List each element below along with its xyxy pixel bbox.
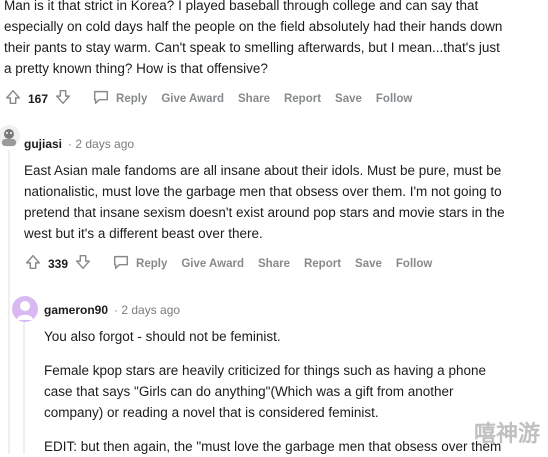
reply-label: Reply — [116, 92, 148, 105]
comment-bubble-icon — [112, 253, 130, 274]
comment-line: East Asian male fandoms are all insane a… — [24, 163, 502, 178]
username[interactable]: gameron90 — [44, 303, 108, 317]
watermark: 嘻神游 — [473, 422, 540, 447]
comment-line: their pants to stay warm. Can't speak to… — [4, 40, 500, 55]
timestamp[interactable]: · 2 days ago — [114, 303, 180, 317]
save-button[interactable]: Save — [335, 93, 362, 105]
give-award-button[interactable]: Give Award — [161, 93, 224, 105]
comment-bubble-icon — [92, 88, 110, 109]
downvote-icon[interactable] — [74, 253, 92, 274]
give-award-button[interactable]: Give Award — [181, 258, 244, 270]
user-avatar-icon — [2, 129, 16, 146]
avatar[interactable] — [12, 296, 38, 322]
comment-meta: gujiasi · 2 days ago — [24, 137, 134, 151]
comment-line: company) or reading a novel that is cons… — [44, 405, 379, 420]
comment-actions: 339 Reply Give Award Share Report Save F… — [24, 253, 432, 274]
comment-meta: gameron90 · 2 days ago — [44, 303, 180, 317]
thread-line-outer[interactable] — [8, 150, 10, 454]
reply-button[interactable]: Reply — [92, 88, 147, 109]
user-avatar-icon — [17, 301, 33, 320]
follow-button[interactable]: Follow — [396, 258, 432, 270]
comment-line: Female kpop stars are heavily criticized… — [44, 363, 486, 378]
comment-line: a pretty known thing? How is that offens… — [4, 61, 268, 76]
comment-line: Man is it that strict in Korea? I played… — [4, 0, 479, 13]
comment-line: west but it's a different beast over the… — [24, 226, 263, 241]
comment-line: pretend that insane sexism doesn't exist… — [24, 205, 505, 220]
top-comment-body: Man is it that strict in Korea? I played… — [4, 0, 544, 79]
upvote-icon[interactable] — [4, 88, 22, 109]
share-button[interactable]: Share — [238, 93, 270, 105]
comment-line: case that says "Girls can do anything"(W… — [44, 384, 454, 399]
vote-count: 339 — [48, 256, 69, 271]
reply-button[interactable]: Reply — [112, 253, 167, 274]
comment-body: You also forgot - should not be feminist… — [44, 326, 544, 457]
timestamp[interactable]: · 2 days ago — [68, 137, 134, 151]
comment-line: nationalistic, must love the garbage men… — [24, 184, 502, 199]
save-button[interactable]: Save — [355, 258, 382, 270]
comment-line: especially on cold days half the people … — [4, 19, 503, 34]
vote-controls: 167 — [4, 88, 72, 109]
downvote-icon[interactable] — [54, 88, 72, 109]
follow-button[interactable]: Follow — [376, 93, 412, 105]
report-button[interactable]: Report — [284, 93, 321, 105]
vote-controls: 339 — [24, 253, 92, 274]
username[interactable]: gujiasi — [24, 137, 62, 151]
comment-body: East Asian male fandoms are all insane a… — [24, 160, 544, 244]
report-button[interactable]: Report — [304, 258, 341, 270]
top-comment-actions: 167 Reply Give Award Share Report Save F… — [4, 88, 412, 109]
thread-line-inner[interactable] — [23, 320, 25, 454]
reply-label: Reply — [136, 257, 168, 270]
vote-count: 167 — [28, 91, 49, 106]
comment-paragraph: You also forgot - should not be feminist… — [44, 329, 281, 344]
upvote-icon[interactable] — [24, 253, 42, 274]
avatar[interactable] — [0, 125, 20, 147]
share-button[interactable]: Share — [258, 258, 290, 270]
